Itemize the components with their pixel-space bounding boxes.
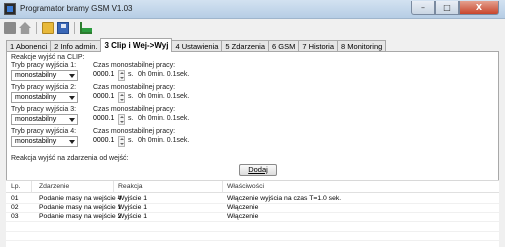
row-lp: 02 — [11, 204, 19, 211]
row-lp: 01 — [11, 195, 19, 202]
toolbar-separator — [74, 22, 75, 34]
row-lp: 03 — [11, 213, 19, 220]
empty-row-line — [6, 231, 499, 232]
row-event: Podanie masy na wejście 1 — [39, 204, 122, 211]
row-properties: Włączenie — [227, 213, 259, 220]
reactions-section-title: Reakcja wyjść na zdarzenia od wejść: — [11, 155, 129, 162]
output-4-time-unit: s. — [128, 137, 134, 144]
chart-icon[interactable] — [80, 22, 92, 34]
output-3-time-label: Czas monostabilnej pracy: — [93, 106, 176, 113]
table-row[interactable]: 02 Podanie masy na wejście 1 Wyjście 1 W… — [6, 204, 499, 213]
row-reaction: Wyjście 1 — [118, 204, 148, 211]
column-header-wlasciwosci[interactable]: Właściwości — [227, 183, 264, 190]
table-header: Lp. Zdarzenie Reakcja Właściwości — [6, 181, 499, 193]
app-window: Programator bramy GSM V1.03 – □ X 1 Abon… — [0, 0, 505, 247]
output-4-mode-value: monostabilny — [15, 138, 57, 145]
output-3-time-desc: 0h 0min. 0.1sek. — [138, 115, 190, 122]
row-event: Podanie masy na wejście 4 — [39, 195, 122, 202]
output-3-mode-value: monostabilny — [15, 116, 57, 123]
open-folder-icon[interactable] — [42, 22, 54, 34]
home-icon[interactable] — [19, 22, 31, 34]
output-3-time-input[interactable]: 0000.1 — [93, 115, 114, 122]
chevron-down-icon — [69, 140, 75, 144]
stop-icon[interactable] — [4, 22, 16, 34]
column-separator — [222, 181, 223, 193]
minimize-button[interactable]: – — [411, 1, 435, 15]
chevron-down-icon — [69, 96, 75, 100]
app-icon — [4, 3, 16, 15]
tab-clip-wej-wyj[interactable]: 3 Clip i Wej->Wyj — [100, 38, 173, 52]
output-1-mode-value: monostabilny — [15, 72, 57, 79]
output-3-mode-select[interactable]: monostabilny — [11, 114, 78, 125]
column-separator — [113, 181, 114, 193]
row-reaction: Wyjście 1 — [118, 213, 148, 220]
add-button[interactable]: Dodaj — [239, 164, 277, 176]
output-2-time-stepper[interactable] — [118, 92, 125, 103]
output-2-time-label: Czas monostabilnej pracy: — [93, 84, 176, 91]
close-button[interactable]: X — [459, 1, 499, 15]
output-1-mode-select[interactable]: monostabilny — [11, 70, 78, 81]
output-1-mode-label: Tryb pracy wyjścia 1: — [11, 62, 77, 69]
tab-strip: 1 Abonenci 2 Info admin. 3 Clip i Wej->W… — [6, 38, 387, 52]
table-row[interactable]: 03 Podanie masy na wejście 2 Wyjście 1 W… — [6, 213, 499, 222]
row-properties: Włączenie — [227, 204, 259, 211]
add-button-label: Dodaj — [248, 165, 268, 174]
toolbar — [0, 20, 505, 36]
output-1-time-stepper[interactable] — [118, 70, 125, 81]
title-bar: Programator bramy GSM V1.03 – □ X — [0, 0, 505, 19]
output-4-mode-select[interactable]: monostabilny — [11, 136, 78, 147]
output-1-time-input[interactable]: 0000.1 — [93, 71, 114, 78]
output-4-time-stepper[interactable] — [118, 136, 125, 147]
maximize-button[interactable]: □ — [435, 1, 459, 15]
output-1-time-label: Czas monostabilnej pracy: — [93, 62, 176, 69]
save-icon[interactable] — [57, 22, 69, 34]
output-3-time-stepper[interactable] — [118, 114, 125, 125]
reactions-table: Lp. Zdarzenie Reakcja Właściwości 01 Pod… — [6, 180, 499, 247]
output-4-mode-label: Tryb pracy wyjścia 4: — [11, 128, 77, 135]
column-separator — [31, 181, 32, 193]
chevron-down-icon — [69, 74, 75, 78]
output-2-time-input[interactable]: 0000.1 — [93, 93, 114, 100]
output-4-time-input[interactable]: 0000.1 — [93, 137, 114, 144]
column-header-zdarzenie[interactable]: Zdarzenie — [39, 183, 69, 190]
empty-row-line — [6, 240, 499, 241]
output-2-time-desc: 0h 0min. 0.1sek. — [138, 93, 190, 100]
chevron-down-icon — [69, 118, 75, 122]
row-event: Podanie masy na wejście 2 — [39, 213, 122, 220]
output-2-mode-label: Tryb pracy wyjścia 2: — [11, 84, 77, 91]
output-1-time-unit: s. — [128, 71, 134, 78]
clip-section-title: Reakcje wyjść na CLIP: — [11, 54, 85, 61]
output-1-time-desc: 0h 0min. 0.1sek. — [138, 71, 190, 78]
output-2-time-unit: s. — [128, 93, 134, 100]
output-2-mode-value: monostabilny — [15, 94, 57, 101]
column-header-reakcja[interactable]: Reakcja — [118, 183, 143, 190]
table-row[interactable]: 01 Podanie masy na wejście 4 Wyjście 1 W… — [6, 195, 499, 204]
output-3-mode-label: Tryb pracy wyjścia 3: — [11, 106, 77, 113]
row-reaction: Wyjście 1 — [118, 195, 148, 202]
column-header-lp[interactable]: Lp. — [11, 183, 20, 190]
toolbar-separator — [36, 22, 37, 34]
output-3-time-unit: s. — [128, 115, 134, 122]
output-4-time-label: Czas monostabilnej pracy: — [93, 128, 176, 135]
row-properties: Włączenie wyjścia na czas T=1.0 sek. — [227, 195, 342, 202]
output-4-time-desc: 0h 0min. 0.1sek. — [138, 137, 190, 144]
window-title: Programator bramy GSM V1.03 — [20, 4, 133, 13]
output-2-mode-select[interactable]: monostabilny — [11, 92, 78, 103]
